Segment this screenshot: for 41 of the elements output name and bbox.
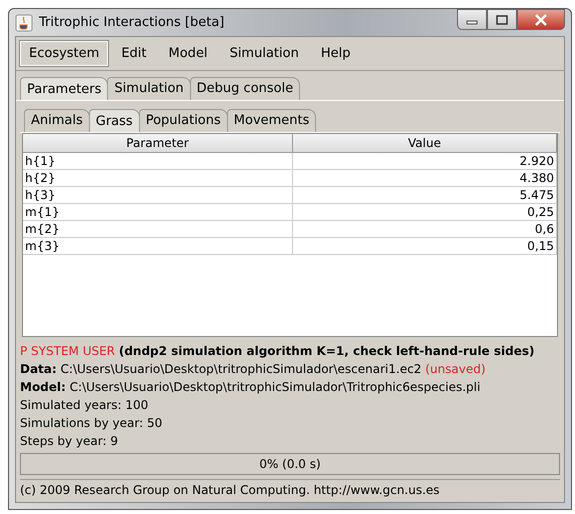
menu-item[interactable]: Simulation bbox=[220, 40, 309, 67]
table-cell: 2.920 bbox=[293, 153, 557, 169]
table-cell: h{1} bbox=[23, 153, 293, 169]
close-icon bbox=[534, 14, 548, 26]
menu-item[interactable]: Ecosystem bbox=[19, 40, 110, 67]
algorithm-text: (dndp2 simulation algorithm K=1, check left-hand-rule sides) bbox=[118, 344, 534, 358]
column-header[interactable]: Value bbox=[293, 134, 557, 152]
status-text: (c) 2009 Research Group on Natural Computing. http://www.gcn.us.es bbox=[20, 479, 560, 500]
menu-item[interactable]: Edit bbox=[111, 40, 157, 67]
window-title: Tritrophic Interactions [beta] bbox=[39, 15, 224, 30]
table-cell: 4.380 bbox=[293, 170, 557, 186]
tab[interactable]: Parameters bbox=[20, 77, 108, 100]
table-cell: 0,25 bbox=[293, 204, 557, 220]
minimize-button[interactable] bbox=[457, 9, 487, 30]
table-cell: 0,6 bbox=[293, 221, 557, 237]
close-button[interactable] bbox=[517, 9, 565, 30]
menu-item[interactable]: Model bbox=[158, 40, 218, 67]
stat-text: Simulated years: 100 bbox=[20, 397, 150, 413]
unsaved-label: (unsaved) bbox=[425, 362, 486, 376]
menu-item[interactable]: Help bbox=[310, 40, 360, 67]
tab[interactable]: Movements bbox=[226, 109, 316, 132]
maximize-button[interactable] bbox=[487, 9, 517, 30]
tab[interactable]: Animals bbox=[24, 109, 90, 132]
table-cell: m{3} bbox=[23, 238, 293, 254]
tab[interactable]: Debug console bbox=[190, 77, 300, 100]
data-path: Data: C:\Users\Usuario\Desktop\tritrophicSimulador\escenari1.ec2 bbox=[20, 362, 422, 376]
user-label: P SYSTEM USER bbox=[20, 344, 116, 358]
column-header[interactable]: Parameter bbox=[23, 134, 293, 152]
table-cell: m{2} bbox=[23, 221, 293, 237]
stat-text: Simulations by year: 50 bbox=[20, 415, 164, 431]
table-cell: 0,15 bbox=[293, 238, 557, 254]
model-path: Model: C:\Users\Usuario\Desktop\tritrophicSimulador\Tritrophic6especies.pli bbox=[20, 379, 482, 395]
progress-text: 0% (0.0 s) bbox=[259, 457, 321, 471]
table-cell: h{2} bbox=[23, 170, 293, 186]
cup-icon bbox=[15, 14, 33, 32]
maximize-icon bbox=[496, 14, 508, 24]
table-cell: 5.475 bbox=[293, 187, 557, 203]
table-cell: m{1} bbox=[23, 204, 293, 220]
tab[interactable]: Grass bbox=[88, 109, 140, 132]
stat-text: Steps by year: 9 bbox=[20, 433, 119, 449]
table-cell: h{3} bbox=[23, 187, 293, 203]
